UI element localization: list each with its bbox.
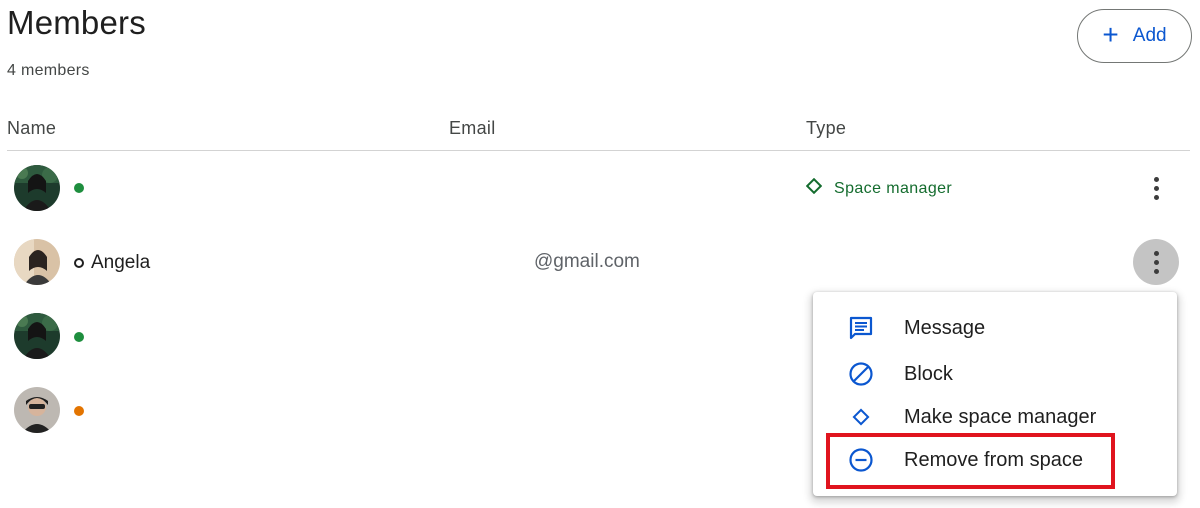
table-row[interactable]: Angela @gmail.com [0,232,1200,292]
avatar [14,313,60,359]
menu-item-label: Block [904,362,953,385]
menu-item-label: Make space manager [904,405,1097,428]
highlight-annotation-box [826,433,1115,489]
column-header-type: Type [806,118,847,138]
more-vert-icon [1153,250,1159,274]
more-vert-icon [1153,176,1159,200]
message-icon [847,314,875,342]
page-title: Members [7,4,146,41]
away-status-indicator [74,406,84,416]
menu-item-make-space-manager[interactable]: Make space manager [813,397,1177,437]
more-options-button[interactable] [1133,239,1179,285]
type-label: Space manager [834,179,953,197]
avatar [14,239,60,285]
member-email: @gmail.com [534,251,640,272]
members-page: Members 4 members + Add Name Email Type [0,0,1200,508]
member-name: Angela [91,252,151,273]
add-button[interactable]: + Add [1077,9,1192,63]
menu-item-label: Message [904,316,986,339]
menu-item-block[interactable]: Block [813,354,1177,394]
block-icon [847,360,875,388]
diamond-icon [805,177,823,199]
avatar [14,387,60,433]
column-header-email: Email [449,118,496,138]
more-options-button[interactable] [1133,165,1179,211]
offline-status-indicator [74,258,84,268]
add-button-label: Add [1132,25,1167,46]
header-divider [7,150,1190,151]
menu-item-message[interactable]: Message [813,308,1177,348]
online-status-indicator [74,183,84,193]
column-header-name: Name [7,118,57,138]
table-row[interactable]: Space manager [0,158,1200,218]
type-badge: Space manager [805,177,953,199]
member-count: 4 members [7,62,90,79]
avatar [14,165,60,211]
plus-icon: + [1102,19,1119,50]
diamond-icon [847,403,875,431]
online-status-indicator [74,332,84,342]
